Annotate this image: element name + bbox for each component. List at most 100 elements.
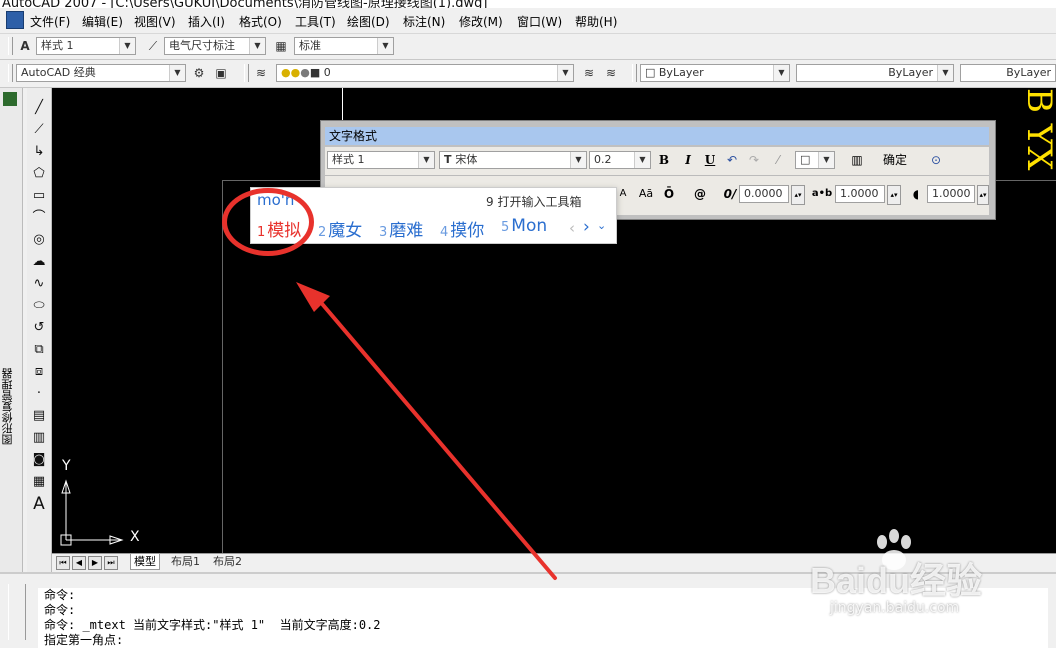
toolbar-grip[interactable] bbox=[8, 37, 13, 55]
oblique-angle-field[interactable]: 0.0000 bbox=[739, 185, 789, 203]
layer-manager-icon[interactable]: ≋ bbox=[252, 64, 270, 82]
prev-tab-icon[interactable]: ◀ bbox=[72, 556, 86, 570]
menu-format[interactable]: 格式(O) bbox=[239, 13, 282, 30]
menu-insert[interactable]: 插入(I) bbox=[188, 13, 225, 30]
text-height-combo[interactable]: 0.2 ▼ bbox=[589, 151, 651, 169]
underline-button[interactable]: U bbox=[701, 151, 719, 169]
menu-modify[interactable]: 修改(M) bbox=[459, 13, 503, 30]
ime-candidate[interactable]: 4 摸你 bbox=[440, 216, 484, 241]
make-block-icon[interactable]: ⧈ bbox=[29, 362, 49, 382]
circle-icon[interactable]: ◎ bbox=[29, 230, 49, 250]
chevron-down-icon: ▼ bbox=[169, 65, 185, 81]
table-icon[interactable]: ▦ bbox=[29, 472, 49, 492]
toolbar-grip[interactable] bbox=[244, 64, 249, 82]
sun-icon: ● bbox=[290, 66, 301, 79]
truetype-icon: T bbox=[444, 153, 456, 166]
layer-previous-icon[interactable]: ≋ bbox=[602, 64, 620, 82]
table-style-combo[interactable]: 标准 ▼ bbox=[294, 37, 394, 55]
menu-help[interactable]: 帮助(H) bbox=[575, 13, 617, 30]
line-icon[interactable]: ╱ bbox=[29, 98, 49, 118]
construction-line-icon[interactable]: ⟋ bbox=[29, 120, 49, 140]
text-style-icon[interactable]: A bbox=[16, 37, 34, 55]
next-tab-icon[interactable]: ▶ bbox=[88, 556, 102, 570]
app-icon[interactable] bbox=[6, 11, 24, 29]
prev-page-icon[interactable]: ‹ bbox=[569, 219, 575, 237]
x-axis-label: X bbox=[130, 529, 140, 545]
menu-file[interactable]: 文件(F) bbox=[30, 13, 70, 30]
panel-icon[interactable] bbox=[3, 92, 17, 106]
arc-icon[interactable]: ⌒ bbox=[29, 208, 49, 228]
stack-icon[interactable]: ⁄ bbox=[769, 151, 787, 169]
point-icon[interactable]: · bbox=[29, 384, 49, 404]
oblique-angle-icon[interactable]: 0/ bbox=[721, 185, 739, 203]
width-factor-field[interactable]: 1.0000 bbox=[927, 185, 975, 203]
workspace-settings-icon[interactable]: ⚙ bbox=[190, 64, 208, 82]
make-layer-current-icon[interactable]: ≋ bbox=[580, 64, 598, 82]
dim-style-combo[interactable]: 电气尺寸标注 ▼ bbox=[164, 37, 266, 55]
tracking-spinner[interactable]: ▴▾ bbox=[887, 185, 901, 205]
text-formatting-title[interactable]: 文字格式 bbox=[325, 127, 989, 145]
tab-layout2[interactable]: 布局2 bbox=[210, 554, 245, 569]
dim-style-icon[interactable]: ⟋ bbox=[144, 37, 162, 55]
next-page-icon[interactable]: › bbox=[583, 217, 590, 237]
polygon-icon[interactable]: ⬠ bbox=[29, 164, 49, 184]
workspace-combo[interactable]: AutoCAD 经典 ▼ bbox=[16, 64, 186, 82]
first-tab-icon[interactable]: ⏮ bbox=[56, 556, 70, 570]
mtext-style-combo[interactable]: 样式 1 ▼ bbox=[327, 151, 435, 169]
text-color-combo[interactable]: □ ▼ bbox=[795, 151, 835, 169]
tracking-field[interactable]: 1.0000 bbox=[835, 185, 885, 203]
menu-view[interactable]: 视图(V) bbox=[134, 13, 176, 30]
ruler-icon[interactable]: ▥ bbox=[847, 151, 867, 169]
overline-icon[interactable]: Ō bbox=[661, 185, 677, 203]
tab-model[interactable]: 模型 bbox=[130, 554, 160, 570]
gradient-icon[interactable]: ▥ bbox=[29, 428, 49, 448]
multiline-text-icon[interactable]: A bbox=[29, 494, 49, 514]
spline-icon[interactable]: ∿ bbox=[29, 274, 49, 294]
menu-window[interactable]: 窗口(W) bbox=[517, 13, 562, 30]
bold-button[interactable]: B bbox=[655, 151, 673, 169]
ellipse-arc-icon[interactable]: ↺ bbox=[29, 318, 49, 338]
ime-candidate[interactable]: 3 磨难 bbox=[379, 216, 423, 241]
width-factor-icon[interactable]: ◖ bbox=[907, 185, 925, 203]
my-workspace-icon[interactable]: ▣ bbox=[212, 64, 230, 82]
options-icon[interactable]: ⊙ bbox=[927, 151, 945, 169]
lineweight-combo[interactable]: ByLayer bbox=[960, 64, 1056, 82]
toolbar-grip[interactable] bbox=[632, 64, 637, 82]
toolbar-grip[interactable] bbox=[8, 64, 13, 82]
oblique-spinner[interactable]: ▴▾ bbox=[791, 185, 805, 205]
linetype-combo[interactable]: ByLayer ▼ bbox=[796, 64, 954, 82]
ime-candidate[interactable]: 5 Mon bbox=[501, 216, 547, 236]
menu-tools[interactable]: 工具(T) bbox=[295, 13, 336, 30]
hatch-icon[interactable]: ▤ bbox=[29, 406, 49, 426]
color-combo[interactable]: □ ByLayer ▼ bbox=[640, 64, 790, 82]
insert-block-icon[interactable]: ⧉ bbox=[29, 340, 49, 360]
last-tab-icon[interactable]: ⏭ bbox=[104, 556, 118, 570]
menu-dimension[interactable]: 标注(N) bbox=[403, 13, 445, 30]
menu-draw[interactable]: 绘图(D) bbox=[347, 13, 390, 30]
layer-combo[interactable]: ●●●■ 0 ▼ bbox=[276, 64, 574, 82]
revision-cloud-icon[interactable]: ☁ bbox=[29, 252, 49, 272]
region-icon[interactable]: ◙ bbox=[29, 450, 49, 470]
table-style-icon[interactable]: ▦ bbox=[272, 37, 290, 55]
italic-button[interactable]: I bbox=[679, 151, 697, 169]
font-combo[interactable]: T 宋体 ▼ bbox=[439, 151, 587, 169]
ellipse-icon[interactable]: ⬭ bbox=[29, 296, 49, 316]
uppercase-icon[interactable]: A bbox=[615, 185, 631, 203]
polyline-icon[interactable]: ↳ bbox=[29, 142, 49, 162]
undo-icon[interactable]: ↶ bbox=[723, 151, 741, 169]
menu-edit[interactable]: 编辑(E) bbox=[82, 13, 123, 30]
highlight-circle bbox=[222, 188, 314, 256]
ime-candidate[interactable]: 2 魔女 bbox=[318, 216, 362, 241]
tab-layout1[interactable]: 布局1 bbox=[168, 554, 203, 569]
width-spinner[interactable]: ▴▾ bbox=[977, 185, 989, 205]
redo-icon[interactable]: ↷ bbox=[745, 151, 763, 169]
tracking-icon[interactable]: a•b bbox=[811, 185, 833, 203]
rectangle-icon[interactable]: ▭ bbox=[29, 186, 49, 206]
lowercase-icon[interactable]: Aā bbox=[637, 185, 655, 203]
text-style-combo[interactable]: 样式 1 ▼ bbox=[36, 37, 136, 55]
expand-icon[interactable]: ⌄ bbox=[597, 219, 606, 232]
symbol-icon[interactable]: @ bbox=[691, 185, 709, 203]
open-toolbox-option[interactable]: 9 打开输入工具箱 bbox=[486, 193, 581, 210]
command-grip[interactable] bbox=[8, 584, 26, 640]
ok-button[interactable]: 确定 bbox=[877, 151, 913, 169]
